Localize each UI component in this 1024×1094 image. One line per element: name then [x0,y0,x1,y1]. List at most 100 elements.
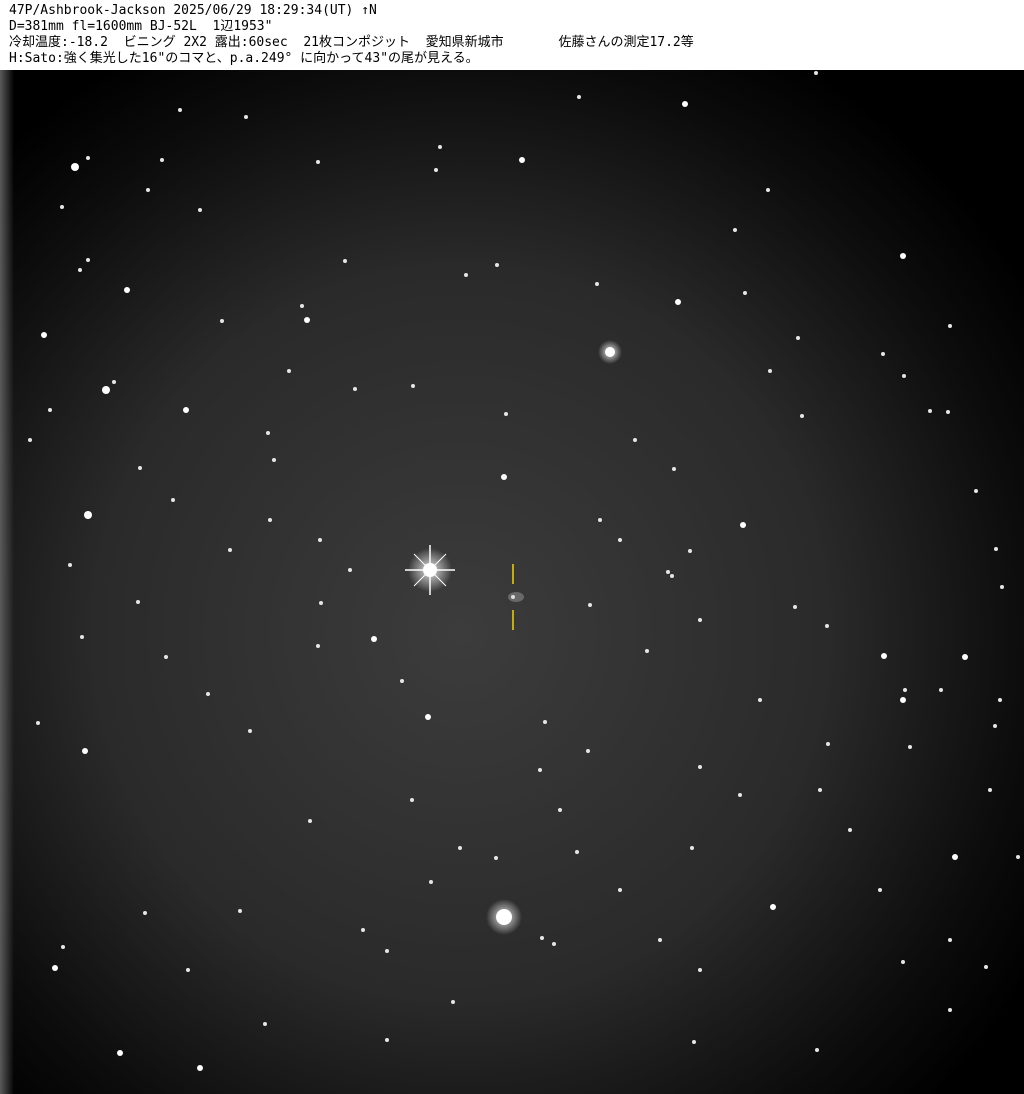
star [939,688,943,692]
star [36,721,40,725]
star [160,158,164,162]
star [1000,585,1004,589]
star [698,618,702,622]
star [552,942,556,946]
caption-header: 47P/Ashbrook-Jackson 2025/06/29 18:29:34… [0,0,1024,70]
star [908,745,912,749]
star [429,880,433,884]
star [588,603,592,607]
star [738,793,742,797]
star [71,163,79,171]
star [183,407,189,413]
star [136,600,140,604]
star [300,304,304,308]
sky-glow [0,70,1024,1094]
star [984,965,988,969]
star [198,208,202,212]
caption-title: 47P/Ashbrook-Jackson 2025/06/29 18:29:34… [9,3,377,18]
star [948,324,952,328]
star [410,798,414,802]
caption-observation: H:Sato:強く集光した16"のコマと、p.a.249° に向かって43"の尾… [9,51,479,66]
star [308,819,312,823]
star [881,352,885,356]
star [206,692,210,696]
star [68,563,72,567]
star [633,438,637,442]
star [138,466,142,470]
star [400,679,404,683]
star [458,846,462,850]
star [316,160,320,164]
star [495,263,499,267]
star [41,332,47,338]
star [881,653,887,659]
star [670,574,674,578]
star [519,157,525,163]
star [848,828,852,832]
star [501,474,507,480]
star [826,742,830,746]
star [197,1065,203,1071]
star [690,846,694,850]
star [993,724,997,728]
star [902,374,906,378]
star [825,624,829,628]
star [682,101,688,107]
star [143,911,147,915]
star [901,960,905,964]
star [319,601,323,605]
star [263,1022,267,1026]
star [84,511,92,519]
star [540,936,544,940]
star [411,384,415,388]
star [698,765,702,769]
star [577,95,581,99]
star [238,909,242,913]
star [658,938,662,942]
bright-star-3 [598,340,622,364]
star [385,949,389,953]
star [86,156,90,160]
star [598,518,602,522]
star [82,748,88,754]
star [316,644,320,648]
star [948,938,952,942]
star [146,188,150,192]
star [796,336,800,340]
star [385,1038,389,1042]
star [48,408,52,412]
star [558,808,562,812]
star [244,115,248,119]
star [900,697,906,703]
star [903,688,907,692]
star [438,145,442,149]
star [112,380,116,384]
star [266,431,270,435]
star [998,698,1002,702]
star [974,489,978,493]
star [52,965,58,971]
comet-nucleus [511,595,515,599]
star [793,605,797,609]
star [768,369,772,373]
star [304,317,310,323]
star [164,655,168,659]
star [361,928,365,932]
star [178,108,182,112]
star [575,850,579,854]
star [287,369,291,373]
star [538,768,542,772]
star [900,253,906,259]
star [688,549,692,553]
star [878,888,882,892]
star [228,548,232,552]
star [86,258,90,262]
bright-star-2 [486,899,522,935]
comet-coma [508,592,524,602]
star [464,273,468,277]
star [988,788,992,792]
star [618,538,622,542]
left-edge-glow [0,70,14,1094]
star [28,438,32,442]
star [675,299,681,305]
